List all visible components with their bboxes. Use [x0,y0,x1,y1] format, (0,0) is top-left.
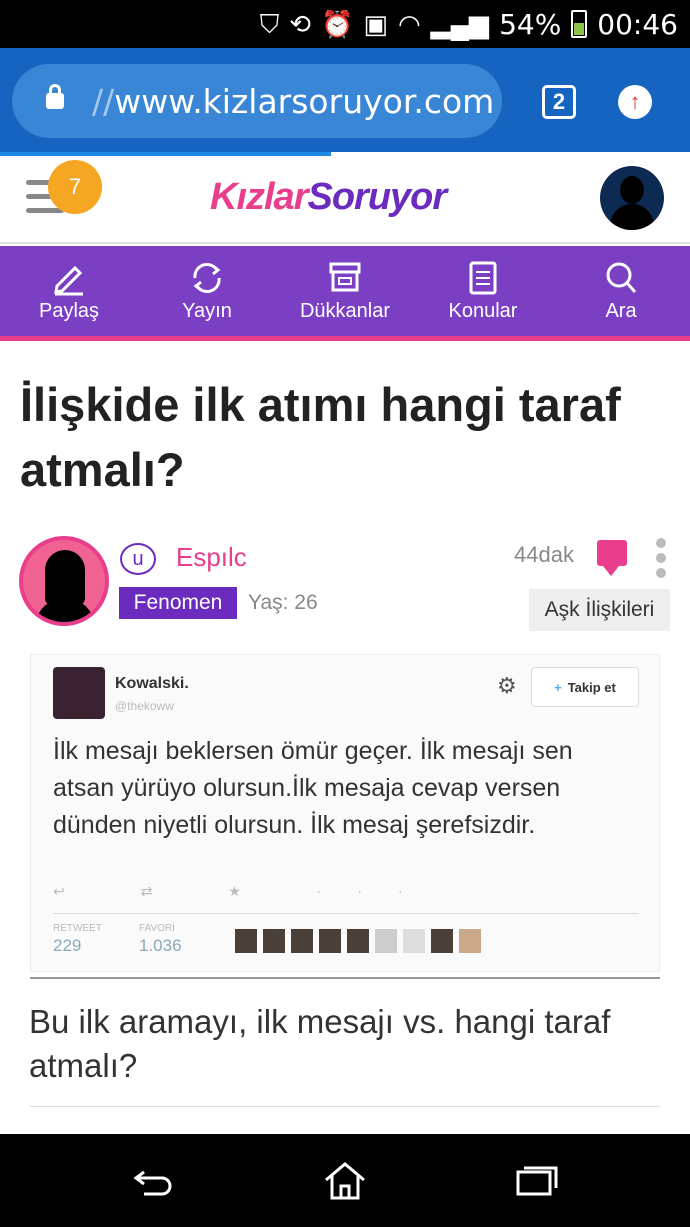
nav-item-search[interactable]: Ara [552,246,690,336]
tab-switcher-button[interactable]: 2 [542,85,576,119]
tweet-retweets: RETWEET 229 [53,923,102,955]
store-icon [329,262,361,291]
status-bar: ⛉ ⟲ ⏰ ▣ ◠ ▂▄▆ 54% 00:46 [0,0,690,48]
tweet-actions: ↩ ⇄ ★ ··· [53,883,439,899]
comment-icon[interactable] [597,540,627,576]
clock: 00:46 [597,7,678,41]
lock-icon [46,84,64,109]
gear-icon: ⚙ [497,673,517,698]
tweet-text: İlk mesajı beklersen ömür geçer. İlk mes… [53,737,573,839]
browser-toolbar: //www.kizlarsoruyor.com 2 ↑ [0,48,690,152]
user-avatar[interactable] [600,166,664,230]
address-bar[interactable]: //www.kizlarsoruyor.com [12,64,502,138]
nav-item-shops[interactable]: Dükkanlar [276,246,414,336]
nav-accent-line [0,336,690,341]
tweet-divider [53,913,639,914]
status-icons: ⛉ ⟲ ⏰ ▣ ◠ ▂▄▆ 54% 00:46 [260,0,678,48]
main-nav: Paylaş Yayın Dükkanlar Konular Ara [0,246,690,336]
list-icon [469,261,497,294]
back-icon[interactable] [130,1158,176,1204]
author-avatar[interactable] [19,536,109,626]
question-image[interactable]: Kowalski. @thekoww ⚙ + Takip et İlk mesaj… [30,654,660,972]
author-age: Yaş: 26 [248,591,318,614]
alarm-icon: ⏰ [321,9,354,39]
search-icon [606,262,637,293]
site-header: 7 KızlarSoruyor [0,156,690,244]
shield-icon: ⛉ [259,9,280,39]
recent-apps-icon[interactable] [514,1158,560,1204]
home-icon[interactable] [322,1158,368,1204]
site-logo[interactable]: KızlarSoruyor [210,176,447,219]
nav-item-topics[interactable]: Konular [414,246,552,336]
pencil-icon [54,265,83,295]
tweet-author-name: Kowalski. [115,675,189,692]
nav-item-share[interactable]: Paylaş [0,246,138,336]
author-username[interactable]: Espılc [176,542,247,573]
rotate-icon: ⟲ [289,9,311,39]
tweet-favoriters [235,929,481,953]
content-divider [30,1106,660,1107]
question-title: İlişkide ilk atımı hangi taraf atmalı? [20,378,621,496]
author-badge: Fenomen [119,587,237,619]
refresh-icon [193,262,221,293]
more-options-icon[interactable] [656,538,668,583]
tweet-avatar [53,667,105,719]
sim-icon: ▣ [363,9,388,39]
battery-percent: 54% [499,7,562,41]
tweet-author-handle: @thekoww [115,699,174,713]
question-body: Bu ilk aramayı, ilk mesajı vs. hangi tar… [29,1003,611,1084]
add-user-icon: + [554,679,562,695]
upload-icon[interactable]: ↑ [618,85,652,119]
image-divider [30,977,660,979]
battery-icon [571,10,588,38]
notification-badge[interactable]: 7 [48,160,102,214]
url-text: //www.kizlarsoruyor.com [92,81,495,121]
nav-item-feed[interactable]: Yayın [138,246,276,336]
category-tag[interactable]: Aşk İlişkileri [529,589,670,631]
post-time: 44dak [514,542,574,567]
tweet-follow-button: + Takip et [531,667,639,707]
signal-icon: ▂▄▆ [430,9,490,39]
level-icon: u [120,543,156,575]
tweet-favorites: FAVORİ 1.036 [139,923,182,955]
wifi-icon: ◠ [397,9,421,39]
system-nav-bar [0,1134,690,1227]
